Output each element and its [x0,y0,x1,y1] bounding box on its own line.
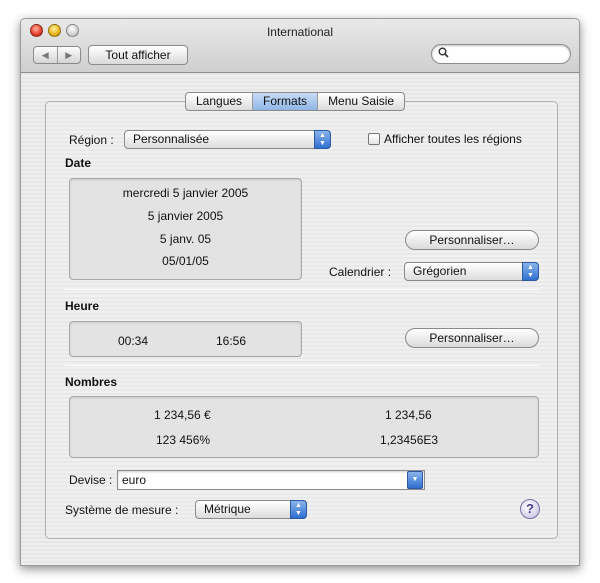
tab-bar: Langues Formats Menu Saisie [185,92,406,111]
preferences-window: International ◀ ▶ Tout afficher Langues … [20,18,580,566]
region-value: Personnalisée [133,132,210,146]
date-heading: Date [65,156,92,170]
date-samples-well: mercredi 5 janvier 2005 5 janvier 2005 5… [69,178,302,280]
window-title: International [266,25,334,39]
time-heading: Heure [65,299,100,313]
time-sample-short: 00:34 [118,334,149,348]
number-sample-currency: 1 234,56 € [154,408,211,422]
divider [65,365,539,366]
date-sample-full: mercredi 5 janvier 2005 [122,186,249,200]
show-all-regions-checkbox[interactable] [368,133,380,145]
popup-arrows-icon: ▲ ▼ [314,130,331,149]
time-samples-well: 00:34 16:56 [69,321,302,357]
region-popup[interactable]: Personnalisée ▲ ▼ [124,130,331,149]
numbers-heading: Nombres [65,375,118,389]
number-sample-percent: 123 456% [156,433,211,447]
calendar-label: Calendrier : [329,265,392,279]
popup-arrows-icon: ▲ ▼ [290,500,307,519]
measurement-label: Système de mesure : [65,503,179,517]
tab-formats[interactable]: Formats [253,93,319,110]
tab-menu-saisie[interactable]: Menu Saisie [318,93,404,110]
time-sample-24h: 16:56 [216,334,247,348]
currency-label: Devise : [69,473,113,487]
search-icon [438,47,449,61]
number-sample-decimal: 1 234,56 [385,408,432,422]
popup-arrows-icon: ▲ ▼ [522,262,539,281]
help-icon[interactable]: ? [520,499,540,519]
currency-field[interactable]: euro [117,470,425,490]
region-label: Région : [69,133,114,147]
calendar-popup[interactable]: Grégorien ▲ ▼ [404,262,539,281]
show-all-button[interactable]: Tout afficher [88,45,188,65]
show-all-regions-label: Afficher toutes les régions [384,132,522,146]
numbers-samples-well: 1 234,56 € 1 234,56 123 456% 1,23456E3 [69,396,539,458]
currency-dropdown-icon[interactable]: ▼ [407,471,423,489]
calendar-value: Grégorien [413,264,467,278]
date-sample-long: 5 janvier 2005 [147,209,224,223]
toolbar: International ◀ ▶ Tout afficher [21,19,579,73]
forward-arrow-icon[interactable]: ▶ [58,47,81,63]
date-sample-medium: 5 janv. 05 [159,232,212,246]
time-customize-button[interactable]: Personnaliser… [405,328,539,348]
nav-back-forward: ◀ ▶ [33,46,81,64]
measurement-popup[interactable]: Métrique ▲ ▼ [195,500,307,519]
search-field[interactable] [431,44,571,64]
number-sample-scientific: 1,23456E3 [380,433,439,447]
date-customize-button[interactable]: Personnaliser… [405,230,539,250]
date-sample-short: 05/01/05 [162,254,209,268]
back-arrow-icon[interactable]: ◀ [34,47,58,63]
measurement-value: Métrique [204,502,251,516]
tab-langues[interactable]: Langues [186,93,254,110]
divider [65,289,539,290]
